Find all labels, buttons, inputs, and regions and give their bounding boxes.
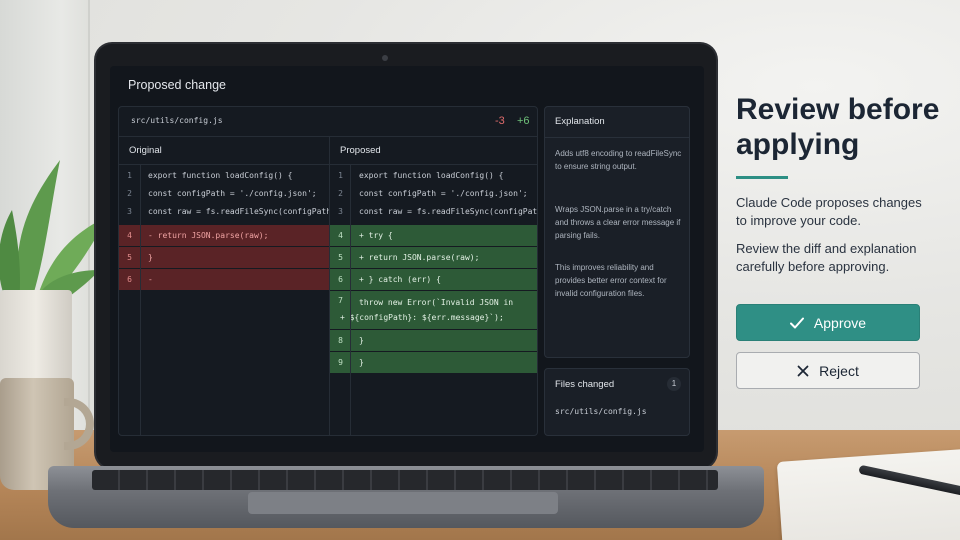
- line-number: 3: [338, 207, 343, 216]
- approve-button-label: Approve: [813, 314, 867, 331]
- proposed-added-line: 5 + return JSON.parse(raw);: [330, 247, 537, 268]
- line-number: 1: [338, 171, 343, 180]
- laptop-keyboard: [92, 470, 718, 490]
- proposed-line: 3 const raw = fs.readFileSync(configPath…: [330, 201, 538, 221]
- proposed-added-line: 4 + try {: [330, 225, 537, 246]
- line-number: 9: [338, 358, 343, 367]
- line-number: 2: [338, 189, 343, 198]
- reject-button-label: Reject: [819, 362, 859, 379]
- accent-divider: [736, 176, 788, 179]
- code-text: }: [148, 253, 153, 262]
- proposed-line: 1 export function loadConfig() {: [330, 165, 537, 185]
- files-changed-card: Files changed 1 src/utils/config.js: [544, 368, 690, 436]
- original-line: 1 export function loadConfig() {: [119, 165, 329, 185]
- original-gutter-divider: [140, 165, 141, 435]
- original-deleted-line: 6 -: [119, 269, 329, 290]
- code-text: }: [359, 358, 364, 367]
- diff-panel: src/utils/config.js -3 +6 Original Propo…: [118, 106, 538, 436]
- code-text: const raw = fs.readFileSync(configPath,: [359, 207, 538, 216]
- explanation-title: Explanation: [555, 116, 605, 127]
- changed-file-item[interactable]: src/utils/config.js: [555, 407, 647, 416]
- line-number: 2: [127, 189, 132, 198]
- webcam: [382, 55, 388, 61]
- code-text: const configPath = './config.json';: [359, 189, 528, 198]
- proposed-added-line: 8 }: [330, 330, 537, 351]
- line-number: 6: [127, 275, 132, 284]
- code-text: const raw = fs.readFileSync(configPath);: [148, 207, 329, 216]
- headline: Review before applying: [736, 93, 940, 161]
- proposed-added-line: 9 }: [330, 352, 537, 373]
- original-line: 2 const configPath = './config.json';: [119, 183, 329, 203]
- line-number: 3: [127, 207, 132, 216]
- code-text: -: [148, 275, 153, 284]
- code-text: + return JSON.parse(raw);: [359, 253, 480, 262]
- line-number: 8: [338, 336, 343, 345]
- checkmark-icon: [789, 317, 804, 328]
- additions-count: +6: [517, 115, 530, 127]
- original-column-header: Original: [119, 137, 329, 165]
- code-text: export function loadConfig() {: [359, 171, 504, 180]
- line-number: 5: [127, 253, 132, 262]
- explanation-divider: [545, 137, 689, 138]
- proposed-gutter-divider: [350, 165, 351, 435]
- laptop-trackpad: [248, 492, 558, 514]
- code-text: }: [359, 336, 364, 345]
- description-paragraph: Claude Code proposes changes to improve …: [736, 195, 922, 228]
- original-deleted-line: 5 }: [119, 247, 329, 268]
- line-number: 4: [127, 231, 132, 240]
- line-number: 1: [127, 171, 132, 180]
- code-text: + try {: [359, 231, 393, 240]
- proposed-column-header: Proposed: [330, 137, 537, 165]
- code-text-continued: + ${configPath}: ${err.message}`);: [340, 313, 504, 322]
- explanation-card: Explanation Adds utf8 encoding to readFi…: [544, 106, 690, 358]
- page-title: Proposed change: [128, 78, 226, 92]
- close-icon: [797, 365, 809, 376]
- laptop-screen: Proposed change src/utils/config.js -3 +…: [110, 66, 704, 452]
- files-changed-title: Files changed: [555, 379, 615, 390]
- line-number: 4: [338, 231, 343, 240]
- explanation-paragraph: This improves reliability and provides b…: [555, 263, 667, 298]
- diff-file-header: src/utils/config.js -3 +6: [119, 107, 537, 137]
- line-number: 6: [338, 275, 343, 284]
- explanation-paragraph: Adds utf8 encoding to readFileSync to en…: [555, 149, 682, 171]
- code-text: const configPath = './config.json';: [148, 189, 317, 198]
- code-text: export function loadConfig() {: [148, 171, 293, 180]
- proposed-added-line: 7 throw new Error(`Invalid JSON in + ${c…: [330, 291, 537, 329]
- files-changed-count-badge: 1: [667, 377, 681, 391]
- line-number: 7: [338, 296, 343, 305]
- original-deleted-line: 4 - return JSON.parse(raw);: [119, 225, 329, 246]
- original-line: 3 const raw = fs.readFileSync(configPath…: [119, 201, 329, 221]
- code-text: throw new Error(`Invalid JSON in: [359, 298, 514, 307]
- notebook: [776, 448, 960, 540]
- description-paragraph: Review the diff and explanation carefull…: [736, 241, 917, 274]
- line-number: 5: [338, 253, 343, 262]
- proposed-added-line: 6 + } catch (err) {: [330, 269, 537, 290]
- diff-file-path[interactable]: src/utils/config.js: [131, 116, 223, 125]
- proposed-line: 2 const configPath = './config.json';: [330, 183, 537, 203]
- code-text: - return JSON.parse(raw);: [148, 231, 269, 240]
- deletions-count: -3: [495, 115, 505, 127]
- code-text: + } catch (err) {: [359, 275, 441, 284]
- explanation-paragraph: Wraps JSON.parse in a try/catch and thro…: [555, 205, 681, 240]
- reject-button[interactable]: Reject: [736, 352, 920, 389]
- approve-button[interactable]: Approve: [736, 304, 920, 341]
